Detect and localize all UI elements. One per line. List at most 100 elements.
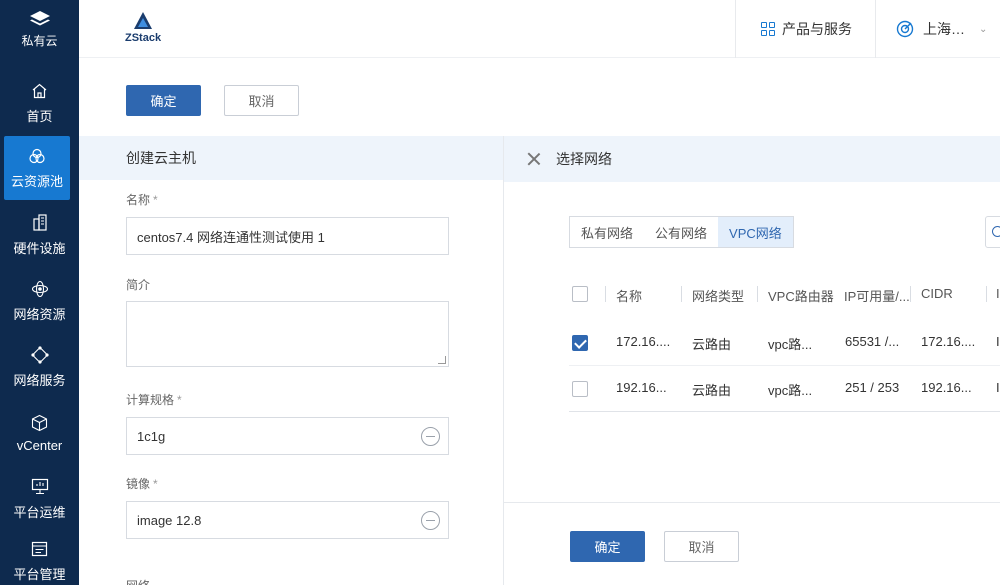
management-icon <box>31 540 49 558</box>
select-all-checkbox[interactable] <box>572 286 588 302</box>
chevron-down-icon: ⌄ <box>979 23 988 35</box>
spec-label-text: 计算规格 <box>126 393 175 407</box>
cube-icon <box>31 414 49 432</box>
row-type: 云路由 <box>692 383 732 398</box>
products-services-label: 产品与服务 <box>782 21 852 37</box>
grid-icon <box>761 22 775 36</box>
network-service-icon <box>30 345 49 364</box>
row-ip: 65531 /... <box>845 334 900 349</box>
row-type: 云路由 <box>692 337 732 352</box>
panel-footer-divider <box>504 502 1000 503</box>
spec-field[interactable]: 1c1g <box>126 417 449 455</box>
sidebar-item-vcenter[interactable]: vCenter <box>0 400 79 466</box>
network-label: 网络 <box>126 577 150 585</box>
row-ip: 251 / 253 <box>845 380 900 395</box>
row-cidr: 172.16.... <box>921 334 976 349</box>
sidebar-item-label: 网络资源 <box>13 306 66 322</box>
top-bar: ZStack 产品与服务 上海… ⌄ <box>79 0 1000 58</box>
panel-title: 选择网络 <box>556 151 612 167</box>
column-divider <box>681 286 682 302</box>
search-icon <box>992 226 1000 237</box>
spec-label: 计算规格 * <box>126 391 182 408</box>
remove-circle-icon[interactable] <box>421 511 440 530</box>
sidebar-item-label: 云资源池 <box>10 173 63 189</box>
sidebar-item-home[interactable]: 首页 <box>0 70 79 136</box>
tab-public-network[interactable]: 公有网络 <box>644 217 718 247</box>
col-cidr[interactable]: CIDR <box>921 286 953 301</box>
table-row[interactable]: 172.16.... 云路由 vpc路... 65531 /... 172.16… <box>569 320 1000 366</box>
column-divider <box>986 286 987 302</box>
name-input[interactable]: centos7.4 网络连通性测试使用 1 <box>126 217 449 255</box>
main-content: 确定 取消 创建云主机 名称 * centos7.4 网络连通性测试使用 1 简介… <box>79 58 1000 585</box>
col-extra[interactable]: I <box>996 286 1000 301</box>
image-label-text: 镜像 <box>126 477 151 491</box>
name-input-value: centos7.4 网络连通性测试使用 1 <box>137 229 325 245</box>
zstack-logo[interactable]: ZStack <box>125 11 161 44</box>
row-checkbox[interactable] <box>572 335 588 351</box>
logo-text: ZStack <box>125 32 162 44</box>
target-icon <box>896 20 914 38</box>
region-label: 上海… <box>923 21 965 37</box>
col-network-type[interactable]: 网络类型 <box>692 286 744 305</box>
tab-vpc-network[interactable]: VPC网络 <box>718 217 793 247</box>
sidebar-item-hardware[interactable]: 硬件设施 <box>0 202 79 268</box>
sidebar-item-platform-ops[interactable]: 平台运维 <box>0 466 79 532</box>
zstack-logo-icon <box>134 12 153 29</box>
panel-header: 选择网络 <box>504 136 1000 182</box>
search-button[interactable] <box>985 216 1000 248</box>
row-router: vpc路... <box>768 337 813 352</box>
image-field[interactable]: image 12.8 <box>126 501 449 539</box>
select-network-panel: 选择网络 私有网络 公有网络 VPC网络 名称 网络类型 VPC路由器 IP可用… <box>503 136 1000 585</box>
monitor-icon <box>31 478 49 496</box>
required-mark: * <box>153 193 158 207</box>
table-row[interactable]: 192.16... 云路由 vpc路... 251 / 253 192.16..… <box>569 366 1000 412</box>
image-value: image 12.8 <box>137 512 202 528</box>
remove-circle-icon[interactable] <box>421 427 440 446</box>
tab-private-network[interactable]: 私有网络 <box>570 217 644 247</box>
region-selector[interactable]: 上海… ⌄ <box>896 0 987 58</box>
form-title: 创建云主机 <box>79 136 503 180</box>
column-divider <box>757 286 758 302</box>
cancel-button[interactable]: 取消 <box>224 85 299 116</box>
row-name: 172.16.... <box>616 334 671 349</box>
layers-logo-icon <box>29 10 50 25</box>
building-icon <box>31 214 49 232</box>
description-label: 简介 <box>126 278 151 292</box>
confirm-button[interactable]: 确定 <box>126 85 201 116</box>
sidebar-item-label: 首页 <box>26 108 53 124</box>
home-icon <box>31 82 49 100</box>
col-ip-available[interactable]: IP可用量/... <box>844 286 914 305</box>
sidebar-item-label: 网络服务 <box>13 372 66 388</box>
description-textarea[interactable] <box>126 301 449 367</box>
panel-confirm-button[interactable]: 确定 <box>570 531 645 562</box>
row-name: 192.16... <box>616 380 667 395</box>
products-services-menu[interactable]: 产品与服务 <box>761 0 852 58</box>
image-label: 镜像 * <box>126 475 158 492</box>
required-mark: * <box>153 477 158 491</box>
sidebar-item-platform-mgmt[interactable]: 平台管理 <box>0 528 79 585</box>
sidebar: 私有云 首页 云资源池 硬件设施 网络资源 网络服务 vCenter 平台运维 … <box>0 0 79 585</box>
row-extra: I <box>996 380 1000 395</box>
close-icon[interactable] <box>526 151 542 167</box>
table-header: 名称 网络类型 VPC路由器 IP可用量/... CIDR I <box>569 268 1000 320</box>
sidebar-item-label: vCenter <box>16 437 63 453</box>
panel-cancel-button[interactable]: 取消 <box>664 531 739 562</box>
col-name[interactable]: 名称 <box>616 286 642 305</box>
network-type-tabs: 私有网络 公有网络 VPC网络 <box>569 216 794 248</box>
row-cidr: 192.16... <box>921 380 972 395</box>
required-mark: * <box>177 393 182 407</box>
resize-grip-icon[interactable] <box>438 356 446 364</box>
sidebar-item-network-resource[interactable]: 网络资源 <box>0 268 79 334</box>
topbar-divider <box>735 0 736 58</box>
spec-value: 1c1g <box>137 428 166 444</box>
sidebar-brand[interactable]: 私有云 <box>0 0 79 58</box>
row-router: vpc路... <box>768 383 813 398</box>
sidebar-item-cloud-pool[interactable]: 云资源池 <box>4 136 70 200</box>
sidebar-item-network-service[interactable]: 网络服务 <box>0 334 79 400</box>
cloud-pool-icon <box>28 147 46 165</box>
sidebar-item-label: 硬件设施 <box>13 240 66 256</box>
col-vpc-router[interactable]: VPC路由器 <box>768 286 839 305</box>
row-checkbox[interactable] <box>572 381 588 397</box>
topbar-divider <box>875 0 876 58</box>
column-divider <box>910 286 911 302</box>
